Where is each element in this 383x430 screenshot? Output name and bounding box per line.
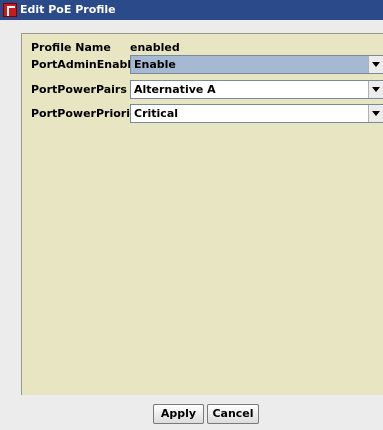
cancel-button[interactable]: Cancel <box>207 404 259 424</box>
power-pairs-select[interactable]: Alternative A <box>130 80 383 99</box>
title-bar[interactable]: Edit PoE Profile <box>0 0 383 20</box>
power-pairs-selected-value: Alternative A <box>134 83 216 96</box>
admin-enable-select[interactable]: Enable <box>130 55 383 74</box>
button-bar: Apply Cancel <box>0 395 383 430</box>
profile-name-label: Profile Name <box>31 41 111 54</box>
window-title: Edit PoE Profile <box>20 3 116 16</box>
profile-name-value: enabled <box>130 41 180 54</box>
apply-button[interactable]: Apply <box>153 404 204 424</box>
admin-enable-selected-value: Enable <box>134 58 176 71</box>
chevron-down-icon[interactable] <box>368 56 383 73</box>
power-pairs-label: PortPowerPairs <box>31 83 127 96</box>
form-panel: Profile Name enabled PortAdminEnable Ena… <box>21 33 383 395</box>
power-priority-selected-value: Critical <box>134 107 179 120</box>
edit-poe-profile-dialog: Edit PoE Profile Profile Name enabled Po… <box>0 0 383 430</box>
admin-enable-label: PortAdminEnable <box>31 58 139 71</box>
chevron-down-icon[interactable] <box>368 81 383 98</box>
power-priority-label: PortPowerPriority <box>31 107 143 120</box>
app-logo-icon <box>3 3 17 17</box>
power-priority-select[interactable]: Critical <box>130 104 383 123</box>
chevron-down-icon[interactable] <box>368 105 383 122</box>
